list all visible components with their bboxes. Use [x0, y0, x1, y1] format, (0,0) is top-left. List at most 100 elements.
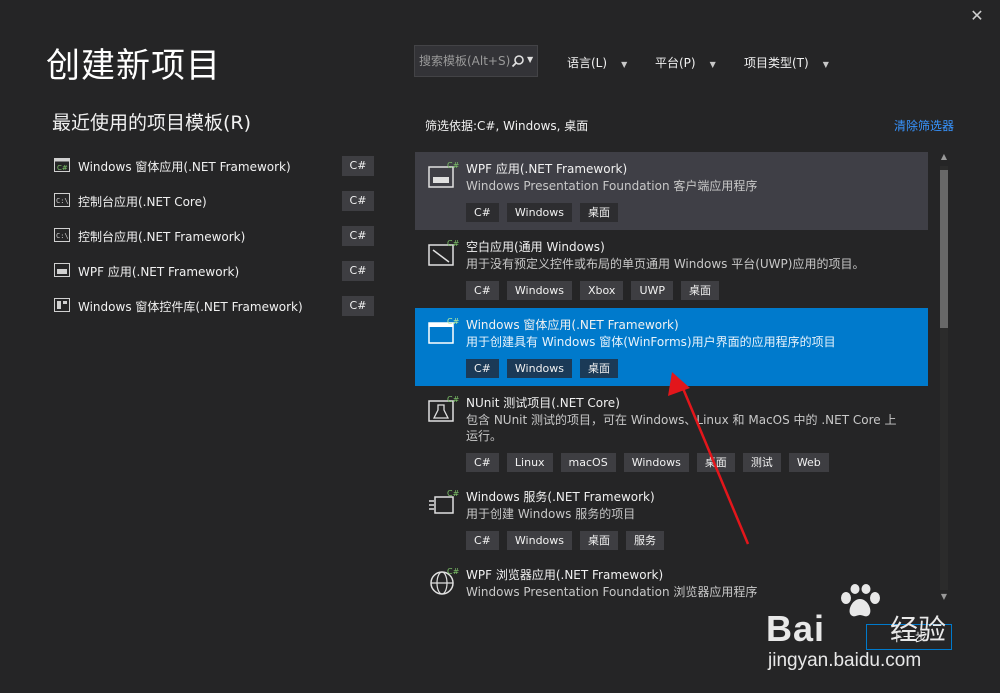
template-tags: C# Linux macOS Windows 桌面 测试 Web — [466, 453, 829, 472]
tag: C# — [466, 281, 499, 300]
recent-item-label: Windows 窗体应用(.NET Framework) — [78, 160, 291, 174]
service-icon: C# — [429, 489, 459, 514]
template-item-wpf[interactable]: C# WPF 应用(.NET Framework) Windows Presen… — [415, 152, 928, 230]
svg-text:C#: C# — [447, 317, 459, 326]
tag: Windows — [506, 203, 573, 222]
platform-filter-dropdown[interactable]: 平台(P) ▼ — [655, 54, 716, 71]
template-item-windows-service[interactable]: C# Windows 服务(.NET Framework) 用于创建 Windo… — [415, 480, 928, 558]
tag: C# — [466, 531, 499, 550]
console-icon: C:\ — [54, 193, 70, 207]
wpf-icon — [54, 263, 70, 277]
template-item-nunit[interactable]: C# NUnit 测试项目(.NET Core) 包含 NUnit 测试的项目，… — [415, 386, 928, 480]
tag: 桌面 — [580, 203, 619, 222]
language-filter-label: 语言(L) — [567, 56, 608, 70]
recent-item-console-framework[interactable]: C:\ 控制台应用(.NET Framework) C# — [52, 222, 374, 252]
template-name: WPF 应用(.NET Framework) — [466, 162, 628, 176]
baidu-paw-logo — [841, 584, 880, 617]
tag: Windows — [506, 531, 573, 550]
watermark-brand: Bai — [766, 608, 826, 649]
search-input[interactable] — [419, 52, 511, 70]
template-list: C# WPF 应用(.NET Framework) Windows Presen… — [415, 152, 928, 598]
chevron-down-icon: ▼ — [822, 60, 829, 69]
watermark-chinese: 经验 — [890, 613, 947, 646]
svg-text:C:\: C:\ — [56, 232, 69, 240]
template-name: WPF 浏览器应用(.NET Framework) — [466, 568, 664, 582]
baidu-watermark: Bai 经验 jingyan.baidu.com — [766, 584, 956, 680]
language-tag: C# — [342, 226, 374, 246]
tag: macOS — [560, 453, 616, 472]
tag: 服务 — [626, 531, 665, 550]
tag: Web — [788, 453, 829, 472]
search-icon[interactable] — [511, 54, 525, 68]
template-tags: C# Windows 桌面 服务 — [466, 531, 665, 550]
language-tag: C# — [342, 261, 374, 281]
template-tags: C# Windows 桌面 — [466, 359, 619, 378]
page-title: 创建新项目 — [46, 46, 221, 86]
recent-item-control-library[interactable]: Windows 窗体控件库(.NET Framework) C# — [52, 292, 374, 322]
tag: 桌面 — [580, 359, 619, 378]
wpf-icon: C# — [428, 161, 459, 188]
winforms-icon: C# — [428, 317, 459, 344]
template-name: 空白应用(通用 Windows) — [466, 240, 605, 254]
svg-text:C#: C# — [447, 567, 459, 576]
test-flask-icon: C# — [428, 395, 459, 422]
template-name: NUnit 测试项目(.NET Core) — [466, 396, 620, 410]
recent-item-label: 控制台应用(.NET Core) — [78, 195, 207, 209]
chevron-down-icon[interactable]: ▼ — [527, 55, 533, 64]
tag: Windows — [506, 359, 573, 378]
globe-icon: C# — [430, 567, 459, 595]
clear-filter-link[interactable]: 清除筛选器 — [894, 117, 954, 134]
svg-text:C#: C# — [447, 239, 459, 248]
uwp-icon: C# — [428, 239, 459, 266]
project-type-filter-dropdown[interactable]: 项目类型(T) ▼ — [744, 54, 829, 71]
recent-item-winforms[interactable]: C# Windows 窗体应用(.NET Framework) C# — [52, 152, 374, 182]
recent-item-label: 控制台应用(.NET Framework) — [78, 230, 246, 244]
template-description: 用于创建具有 Windows 窗体(WinForms)用户界面的应用程序的项目 — [466, 335, 836, 349]
recent-templates-heading: 最近使用的项目模板(R) — [52, 112, 252, 134]
platform-filter-label: 平台(P) — [655, 56, 696, 70]
template-item-winforms[interactable]: C# Windows 窗体应用(.NET Framework) 用于创建具有 W… — [415, 308, 928, 386]
tag: C# — [466, 359, 499, 378]
template-list-scrollbar[interactable]: ▲ ▼ — [937, 152, 951, 605]
chevron-down-icon: ▼ — [709, 60, 716, 69]
close-button[interactable]: ✕ — [964, 4, 990, 28]
template-name: Windows 窗体应用(.NET Framework) — [466, 318, 679, 332]
tag: 桌面 — [696, 453, 735, 472]
tag: 桌面 — [580, 531, 619, 550]
template-name: Windows 服务(.NET Framework) — [466, 490, 655, 504]
recent-item-console-core[interactable]: C:\ 控制台应用(.NET Core) C# — [52, 187, 374, 217]
tag: UWP — [631, 281, 673, 300]
tag: Xbox — [580, 281, 624, 300]
winforms-icon: C# — [54, 158, 70, 172]
template-description: 包含 NUnit 测试的项目，可在 Windows、Linux 和 MacOS … — [466, 413, 897, 443]
tag: Windows — [623, 453, 689, 472]
recent-item-label: Windows 窗体控件库(.NET Framework) — [78, 300, 303, 314]
scroll-thumb[interactable] — [940, 170, 948, 328]
template-item-uwp[interactable]: C# 空白应用(通用 Windows) 用于没有预定义控件或布局的单页通用 Wi… — [415, 230, 928, 308]
template-tags: C# Windows Xbox UWP 桌面 — [466, 281, 719, 300]
chevron-down-icon: ▼ — [621, 60, 628, 69]
svg-text:C#: C# — [57, 164, 68, 172]
language-tag: C# — [342, 156, 374, 176]
template-tags: C# Windows 桌面 — [466, 203, 619, 222]
language-filter-dropdown[interactable]: 语言(L) ▼ — [567, 54, 627, 71]
template-description: 用于创建 Windows 服务的项目 — [466, 507, 636, 521]
svg-text:C#: C# — [447, 395, 459, 404]
scroll-up-arrow-icon[interactable]: ▲ — [938, 152, 950, 164]
tag: C# — [466, 203, 499, 222]
svg-text:C#: C# — [447, 161, 459, 170]
recent-item-wpf[interactable]: WPF 应用(.NET Framework) C# — [52, 257, 374, 287]
watermark-url: jingyan.baidu.com — [768, 650, 922, 671]
project-type-filter-label: 项目类型(T) — [744, 56, 809, 70]
tag: Linux — [506, 453, 553, 472]
language-tag: C# — [342, 296, 374, 316]
search-box[interactable]: ▼ — [414, 45, 538, 77]
control-library-icon — [54, 298, 70, 312]
svg-text:C:\: C:\ — [56, 197, 69, 205]
tag: 测试 — [742, 453, 781, 472]
template-description: Windows Presentation Foundation 客户端应用程序 — [466, 179, 758, 193]
console-icon: C:\ — [54, 228, 70, 242]
filter-info-text: 筛选依据:C#, Windows, 桌面 — [425, 119, 589, 133]
language-tag: C# — [342, 191, 374, 211]
tag: C# — [466, 453, 499, 472]
